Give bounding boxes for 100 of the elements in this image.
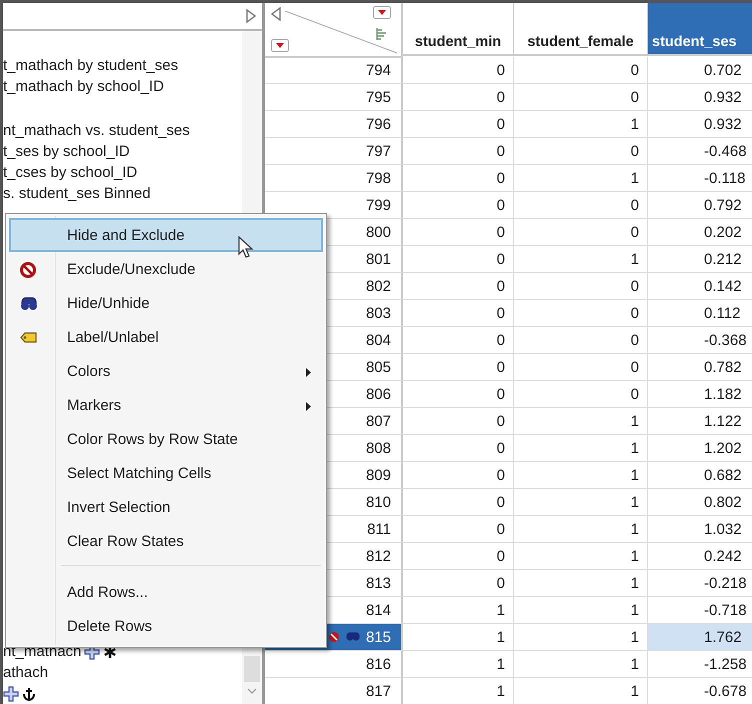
row-number[interactable]: 796 (265, 111, 403, 138)
table-cell: -0.468 (648, 138, 752, 165)
menu-item[interactable]: Hide and Exclude (9, 218, 323, 252)
plus-icon (3, 686, 19, 702)
table-cell: 1 (403, 651, 514, 678)
table-cell: 0 (403, 219, 514, 246)
table-cell: -1.258 (648, 651, 752, 678)
table-cell: 0.242 (648, 543, 752, 570)
table-cell: 0 (514, 354, 648, 381)
row-number[interactable]: 795 (265, 84, 403, 111)
no-entry-icon (20, 262, 36, 278)
table-cell: 0 (514, 84, 648, 111)
table-cell: 1.202 (648, 435, 752, 462)
report-item[interactable]: s. student_ses Binned (3, 183, 151, 204)
row-number[interactable]: 798 (265, 165, 403, 192)
table-cell: 1 (514, 597, 648, 624)
table-cell: 1 (514, 651, 648, 678)
table-cell: 1 (403, 624, 514, 651)
column-header[interactable]: student_ses (648, 3, 752, 56)
table-cell: 0 (403, 543, 514, 570)
table-cell: 1 (514, 543, 648, 570)
table-cell: 0 (403, 246, 514, 273)
table-cell: 0 (403, 192, 514, 219)
table-cell: 1 (514, 570, 648, 597)
triangle-left-icon[interactable] (271, 7, 281, 21)
glasses-icon (346, 632, 360, 642)
table-cell: 0 (514, 138, 648, 165)
row-number[interactable]: 816 (265, 651, 403, 678)
glasses-icon (20, 296, 38, 312)
table-cell: 0 (403, 327, 514, 354)
table-cell: 0.802 (648, 489, 752, 516)
table-cell: 0 (514, 273, 648, 300)
table-cell: 1 (403, 597, 514, 624)
table-cell: 1 (514, 165, 648, 192)
table-cell: 0 (403, 408, 514, 435)
dropdown-icon[interactable] (373, 6, 391, 19)
report-item[interactable]: t_cses by school_ID (3, 162, 138, 183)
dropdown-icon[interactable] (271, 39, 289, 52)
table-cell: 1 (514, 408, 648, 435)
column-header[interactable]: student_min (403, 3, 514, 56)
report-item[interactable]: athach (3, 662, 48, 683)
row-number[interactable]: 794 (265, 57, 403, 84)
triangle-right-icon[interactable] (246, 9, 256, 23)
table-cell: -0.218 (648, 570, 752, 597)
table-cell: 0 (514, 381, 648, 408)
columns-icon[interactable] (376, 27, 388, 41)
table-cell: 0.782 (648, 354, 752, 381)
report-item[interactable]: t_mathach by student_ses (3, 55, 178, 76)
table-cell: 0 (403, 57, 514, 84)
table-cell: 0 (403, 516, 514, 543)
table-cell: 1.762 (648, 624, 752, 651)
table-cell: 0 (403, 570, 514, 597)
table-cell: 0 (514, 192, 648, 219)
table-cell: 1 (514, 678, 648, 704)
table-cell: 0.212 (648, 246, 752, 273)
table-cell: 0 (403, 354, 514, 381)
report-item[interactable]: nt_mathach vs. student_ses (3, 120, 190, 141)
table-cell: 1 (514, 111, 648, 138)
table-cell: -0.678 (648, 678, 752, 704)
table-cell: 1.122 (648, 408, 752, 435)
row-number[interactable]: 797 (265, 138, 403, 165)
table-cell: 0 (403, 462, 514, 489)
row-number[interactable]: 817 (265, 678, 403, 704)
table-cell: 0.932 (648, 111, 752, 138)
table-cell: 1 (514, 516, 648, 543)
table-cell: -0.368 (648, 327, 752, 354)
table-cell: -0.118 (648, 165, 752, 192)
table-cell: 0 (514, 219, 648, 246)
report-item[interactable]: t_mathach by school_ID (3, 76, 164, 97)
table-cell: 0 (403, 111, 514, 138)
table-cell: 0.932 (648, 84, 752, 111)
table-cell: 1 (403, 678, 514, 704)
table-cell: 0 (514, 57, 648, 84)
table-cell: 1 (514, 435, 648, 462)
table-cell: 0.682 (648, 462, 752, 489)
table-cell: 0 (514, 300, 648, 327)
pointer-icon (238, 236, 254, 260)
table-cell: 0 (403, 138, 514, 165)
table-cell: 1 (514, 246, 648, 273)
table-cell: 0 (403, 489, 514, 516)
table-cell: 0.202 (648, 219, 752, 246)
table-cell: 0.792 (648, 192, 752, 219)
column-header[interactable]: student_female (514, 3, 648, 56)
table-cell: 1.032 (648, 516, 752, 543)
table-cell: 1 (514, 489, 648, 516)
table-cell: 0.142 (648, 273, 752, 300)
anchor-icon (22, 686, 36, 700)
submenu-arrow-icon (306, 402, 311, 411)
table-cell: 0.112 (648, 300, 752, 327)
table-cell: 0 (403, 381, 514, 408)
table-cell: 0.702 (648, 57, 752, 84)
table-cell: 0 (403, 165, 514, 192)
report-item[interactable]: t_ses by school_ID (3, 141, 130, 162)
table-cell: 0 (403, 273, 514, 300)
table-cell: 0 (403, 435, 514, 462)
submenu-arrow-icon (306, 368, 311, 377)
exclude-icon (328, 631, 340, 643)
chevron-down-icon[interactable] (247, 688, 257, 694)
table-cell: 0 (514, 327, 648, 354)
table-cell: 0 (403, 300, 514, 327)
